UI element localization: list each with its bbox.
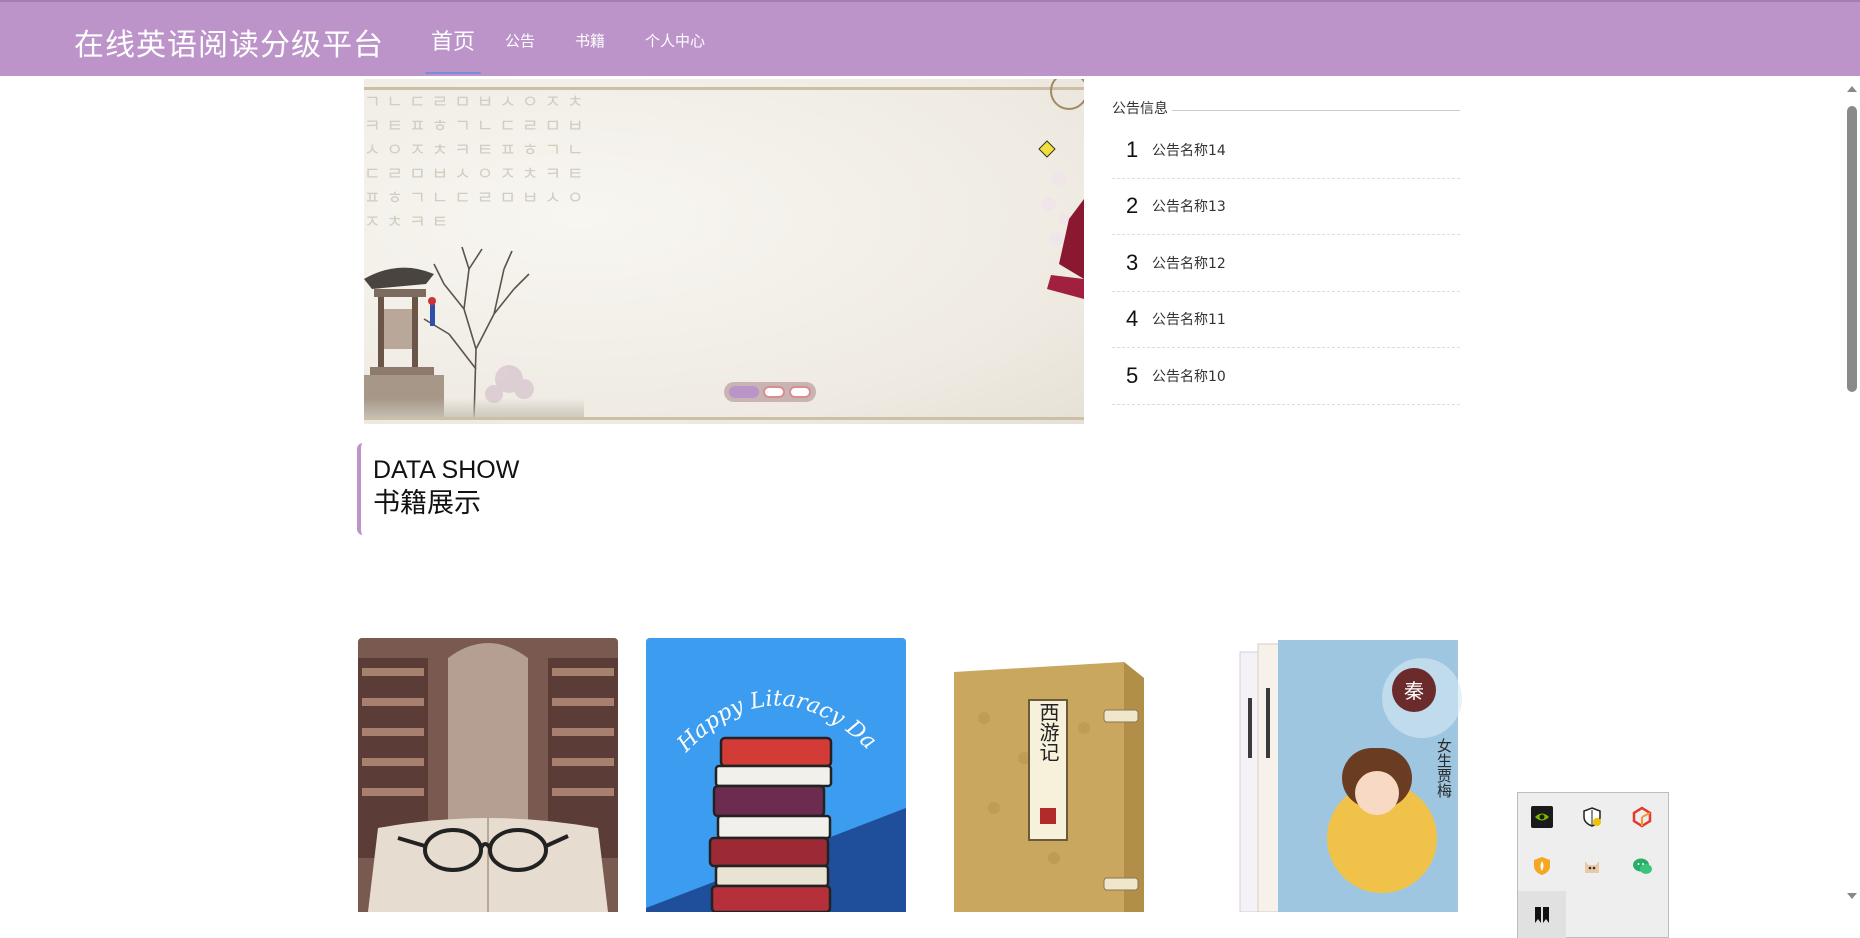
carousel-dot-3[interactable] xyxy=(789,386,811,398)
carousel-dot-2[interactable] xyxy=(763,386,785,398)
notice-rank: 2 xyxy=(1126,193,1139,219)
cat-icon[interactable] xyxy=(1568,842,1616,890)
book-card-literacy-day[interactable]: Happy Litaracy Day! xyxy=(646,638,906,912)
pavilion-illustration xyxy=(364,267,444,419)
carousel-indicators xyxy=(724,382,816,402)
scroll-up-arrow-icon[interactable] xyxy=(1847,86,1857,92)
notice-list: 1 公告名称14 2 公告名称13 3 公告名称12 4 公告名称11 5 公告… xyxy=(1112,122,1460,405)
banner-carousel[interactable]: ㄱㄴㄷㄹㅁㅂㅅㅇㅈㅊㅋㅌㅍㅎㄱㄴㄷㄹㅁㅂㅅㅇㅈㅊㅋㅌㅍㅎㄱㄴㄷㄹㅁㅂㅅㅇㅈㅊㅋㅌ… xyxy=(364,79,1084,424)
library-glasses-cover xyxy=(358,638,618,912)
literacy-day-cover: Happy Litaracy Day! xyxy=(646,638,906,912)
section-title-cn: 书籍展示 xyxy=(373,488,481,519)
notice-item[interactable]: 3 公告名称12 xyxy=(1112,235,1460,292)
main-nav: 首页 公告 书籍 个人中心 xyxy=(415,2,745,78)
notice-title[interactable]: 公告名称11 xyxy=(1152,309,1226,329)
notice-header: 公告信息 xyxy=(1112,98,1460,118)
banner-bottom-rule xyxy=(364,417,1084,420)
nav-notices[interactable]: 公告 xyxy=(505,2,535,78)
security-shield-icon[interactable] xyxy=(1568,793,1616,841)
xiyouji-box-cover: 西游记 xyxy=(934,638,1194,912)
notice-rank: 3 xyxy=(1126,249,1139,275)
banner-top-rule xyxy=(364,87,1084,90)
notice-section-title: 公告信息 xyxy=(1112,101,1168,117)
book-section-heading: DATA SHOW 书籍展示 xyxy=(357,443,577,535)
section-title-en: DATA SHOW xyxy=(373,456,520,484)
app-cube-icon[interactable] xyxy=(1618,793,1666,841)
notice-rank: 5 xyxy=(1126,362,1139,388)
nav-profile[interactable]: 个人中心 xyxy=(645,2,705,78)
hanbok-illustration xyxy=(1038,79,1084,299)
firewall-icon[interactable] xyxy=(1518,842,1566,890)
notice-item[interactable]: 4 公告名称11 xyxy=(1112,292,1460,348)
cover-badge-text: 秦 xyxy=(1404,679,1424,703)
top-navbar: 在线英语阅读分级平台 首页 公告 书籍 个人中心 xyxy=(0,0,1860,76)
cover-title-text: 女生贾梅 xyxy=(1435,737,1453,798)
notice-rank: 4 xyxy=(1126,306,1139,332)
nvidia-icon[interactable] xyxy=(1518,793,1566,841)
cover-title-text: 西游记 xyxy=(1036,702,1060,762)
notice-title[interactable]: 公告名称13 xyxy=(1152,196,1226,216)
notice-item[interactable]: 2 公告名称13 xyxy=(1112,179,1460,235)
notice-rank: 1 xyxy=(1126,136,1139,162)
book-card-xiyouji[interactable]: 西游记 xyxy=(934,638,1194,912)
notice-title[interactable]: 公告名称14 xyxy=(1152,140,1226,160)
vertical-scrollbar[interactable] xyxy=(1843,78,1860,938)
notice-title[interactable]: 公告名称12 xyxy=(1152,253,1226,273)
wechat-icon[interactable] xyxy=(1618,842,1666,890)
scroll-down-arrow-icon[interactable] xyxy=(1847,893,1857,899)
system-tray-overflow xyxy=(1517,792,1669,938)
book-card-nvsheng-jiamei[interactable]: 秦 女生贾梅 xyxy=(1222,638,1482,912)
nvsheng-jiamei-cover: 秦 女生贾梅 xyxy=(1222,638,1482,912)
notice-header-divider xyxy=(1172,109,1460,111)
bookmark-icon[interactable] xyxy=(1518,891,1566,938)
site-brand[interactable]: 在线英语阅读分级平台 xyxy=(74,20,384,64)
notice-item[interactable]: 5 公告名称10 xyxy=(1112,348,1460,405)
carousel-dot-1[interactable] xyxy=(729,386,759,398)
nav-books[interactable]: 书籍 xyxy=(575,2,605,78)
notice-item[interactable]: 1 公告名称14 xyxy=(1112,122,1460,179)
book-card-library[interactable] xyxy=(358,638,618,912)
notice-title[interactable]: 公告名称10 xyxy=(1152,366,1226,386)
scroll-thumb[interactable] xyxy=(1847,106,1857,392)
nav-home[interactable]: 首页 xyxy=(424,2,482,78)
